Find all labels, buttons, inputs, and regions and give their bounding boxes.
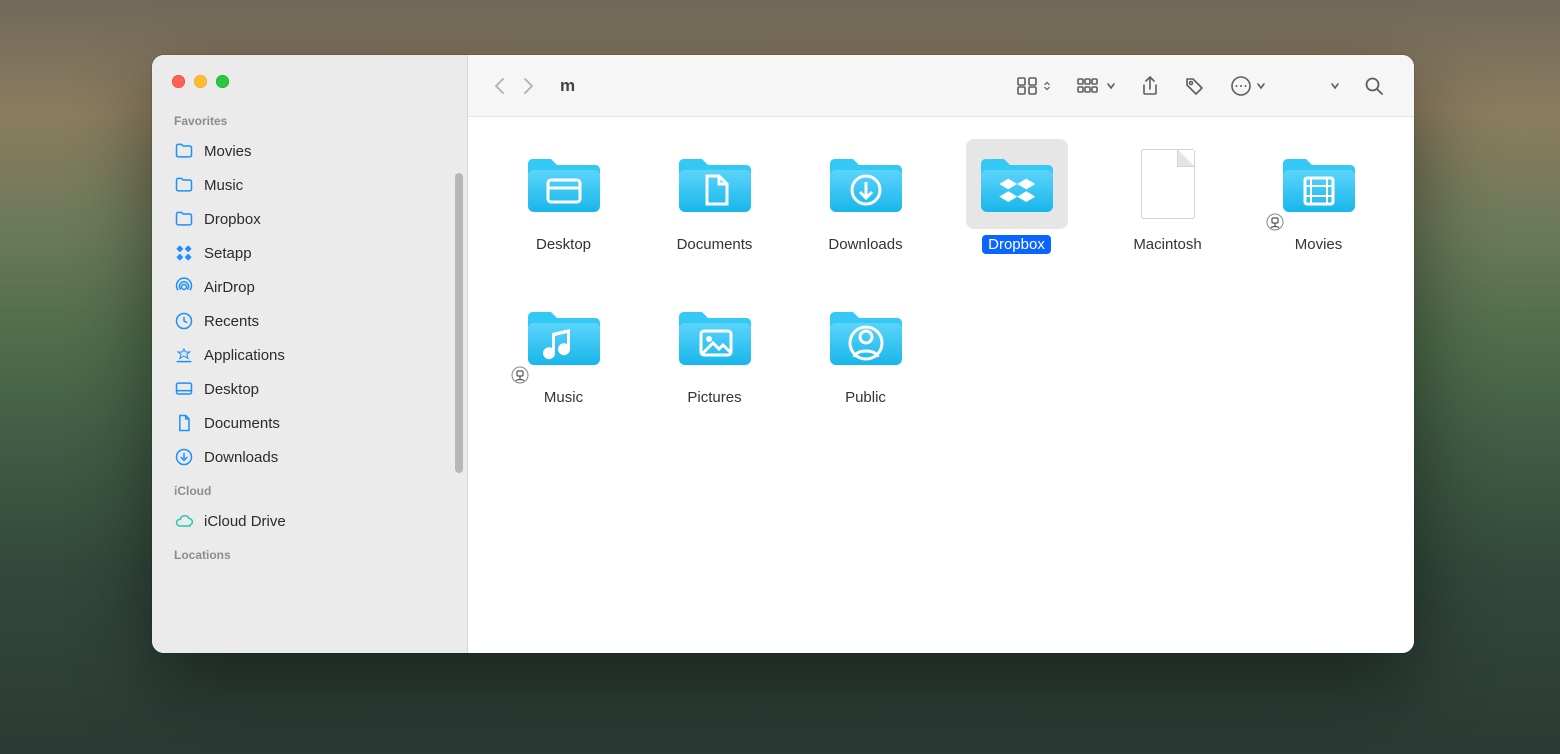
minimize-button[interactable]: [194, 75, 207, 88]
sidebar-item-desktop[interactable]: Desktop: [152, 372, 467, 406]
sidebar-section-title: Locations: [152, 538, 467, 568]
folder-icon: [174, 141, 194, 161]
file-item-music[interactable]: Music: [488, 294, 639, 407]
view-mode-button[interactable]: [1004, 72, 1064, 100]
folder-icon: [174, 209, 194, 229]
sidebar: Favorites Movies Music Dropbox Setapp AirDrop…: [152, 55, 468, 653]
file-item-label: Downloads: [822, 235, 908, 254]
window-controls: [152, 71, 467, 104]
window-title: m: [560, 76, 575, 96]
sidebar-scrollbar[interactable]: [455, 173, 463, 473]
file-item-dropbox[interactable]: Dropbox: [941, 141, 1092, 254]
file-grid[interactable]: Desktop Documents Downloads Dropbox Macin…: [468, 117, 1414, 653]
sidebar-item-label: Movies: [204, 143, 252, 160]
airdrop-icon: [174, 277, 194, 297]
finder-window: Favorites Movies Music Dropbox Setapp AirDrop…: [152, 55, 1414, 653]
folder-icon: [817, 294, 915, 380]
sidebar-item-label: Desktop: [204, 381, 259, 398]
file-item-label: Documents: [671, 235, 759, 254]
sidebar-item-label: Recents: [204, 313, 259, 330]
forward-button[interactable]: [514, 72, 542, 100]
file-item-desktop[interactable]: Desktop: [488, 141, 639, 254]
file-item-downloads[interactable]: Downloads: [790, 141, 941, 254]
folder-icon: [817, 141, 915, 227]
actions-button[interactable]: [1218, 71, 1278, 101]
file-item-label: Pictures: [681, 388, 747, 407]
sidebar-item-label: Setapp: [204, 245, 252, 262]
file-item-label: Movies: [1289, 235, 1349, 254]
sidebar-item-label: Applications: [204, 347, 285, 364]
file-item-label: Desktop: [530, 235, 597, 254]
sidebar-item-applications[interactable]: Applications: [152, 338, 467, 372]
file-item-label: Music: [538, 388, 589, 407]
folder-icon: [515, 141, 613, 227]
folder-icon: [666, 141, 764, 227]
sidebar-item-music[interactable]: Music: [152, 168, 467, 202]
tags-button[interactable]: [1172, 71, 1218, 101]
sidebar-item-label: iCloud Drive: [204, 513, 286, 530]
sidebar-item-airdrop[interactable]: AirDrop: [152, 270, 467, 304]
sidebar-item-icloud-drive[interactable]: iCloud Drive: [152, 504, 467, 538]
sidebar-item-dropbox[interactable]: Dropbox: [152, 202, 467, 236]
sidebar-section-title: iCloud: [152, 474, 467, 504]
setapp-icon: [174, 243, 194, 263]
search-button[interactable]: [1352, 72, 1396, 100]
desktop-icon: [174, 379, 194, 399]
folder-icon: [515, 294, 613, 380]
file-item-documents[interactable]: Documents: [639, 141, 790, 254]
file-item-pictures[interactable]: Pictures: [639, 294, 790, 407]
sidebar-item-label: Music: [204, 177, 243, 194]
apps-icon: [174, 345, 194, 365]
file-item-movies[interactable]: Movies: [1243, 141, 1394, 254]
sidebar-item-downloads[interactable]: Downloads: [152, 440, 467, 474]
file-item-macintosh[interactable]: Macintosh: [1092, 141, 1243, 254]
sidebar-item-label: AirDrop: [204, 279, 255, 296]
file-item-public[interactable]: Public: [790, 294, 941, 407]
sidebar-section-title: Favorites: [152, 104, 467, 134]
folder-icon: [1270, 141, 1368, 227]
sidebar-item-label: Dropbox: [204, 211, 261, 228]
zoom-button[interactable]: [216, 75, 229, 88]
cloud-icon: [174, 511, 194, 531]
alias-badge-icon: [1266, 213, 1284, 231]
share-button[interactable]: [1128, 71, 1172, 101]
back-button[interactable]: [486, 72, 514, 100]
file-item-label: Dropbox: [982, 235, 1051, 254]
group-by-button[interactable]: [1064, 73, 1128, 99]
sidebar-item-documents[interactable]: Documents: [152, 406, 467, 440]
file-item-label: Public: [839, 388, 892, 407]
folder-icon: [174, 175, 194, 195]
toolbar: m: [468, 55, 1414, 117]
main-pane: m: [468, 55, 1414, 653]
sidebar-item-label: Documents: [204, 415, 280, 432]
close-button[interactable]: [172, 75, 185, 88]
download-circle-icon: [174, 447, 194, 467]
sidebar-item-label: Downloads: [204, 449, 278, 466]
folder-icon: [666, 294, 764, 380]
file-item-label: Macintosh: [1127, 235, 1207, 254]
sidebar-item-setapp[interactable]: Setapp: [152, 236, 467, 270]
sidebar-item-recents[interactable]: Recents: [152, 304, 467, 338]
clock-icon: [174, 311, 194, 331]
alias-badge-icon: [511, 366, 529, 384]
file-icon: [1119, 141, 1217, 227]
toolbar-overflow-button[interactable]: [1318, 77, 1352, 95]
folder-icon: [968, 141, 1066, 227]
sidebar-item-movies[interactable]: Movies: [152, 134, 467, 168]
document-icon: [174, 413, 194, 433]
